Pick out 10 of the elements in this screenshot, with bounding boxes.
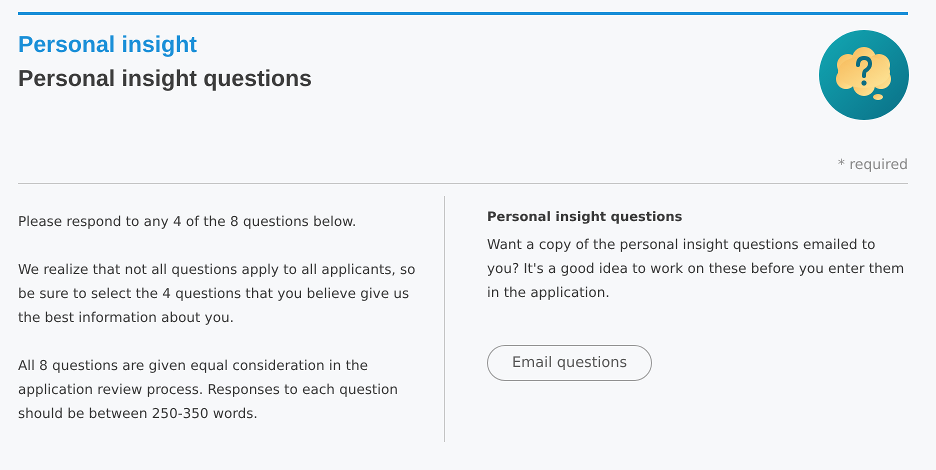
email-questions-button[interactable]: Email questions: [487, 345, 652, 381]
section-title: Personal insight: [18, 30, 198, 59]
thought-bubble-icon: [818, 29, 910, 121]
instruction-paragraph: Please respond to any 4 of the 8 questions below.: [18, 213, 358, 232]
required-note: * required: [838, 157, 908, 173]
panel-heading: Personal insight questions: [487, 210, 684, 225]
page-title: Personal insight questions: [18, 64, 312, 93]
panel-text: Want a copy of the personal insight questions emailed to you? It's a good idea to work on these before you enter them in the application.: [487, 236, 906, 303]
instruction-paragraph: We realize that not all questions apply to all applicants, so be sure to select the 4 questions that you believe give us the best information about you.: [18, 261, 416, 328]
instruction-paragraph: All 8 questions are given equal consideration in the application review process. Responses to each question should be between 250-350 words.: [18, 357, 399, 424]
